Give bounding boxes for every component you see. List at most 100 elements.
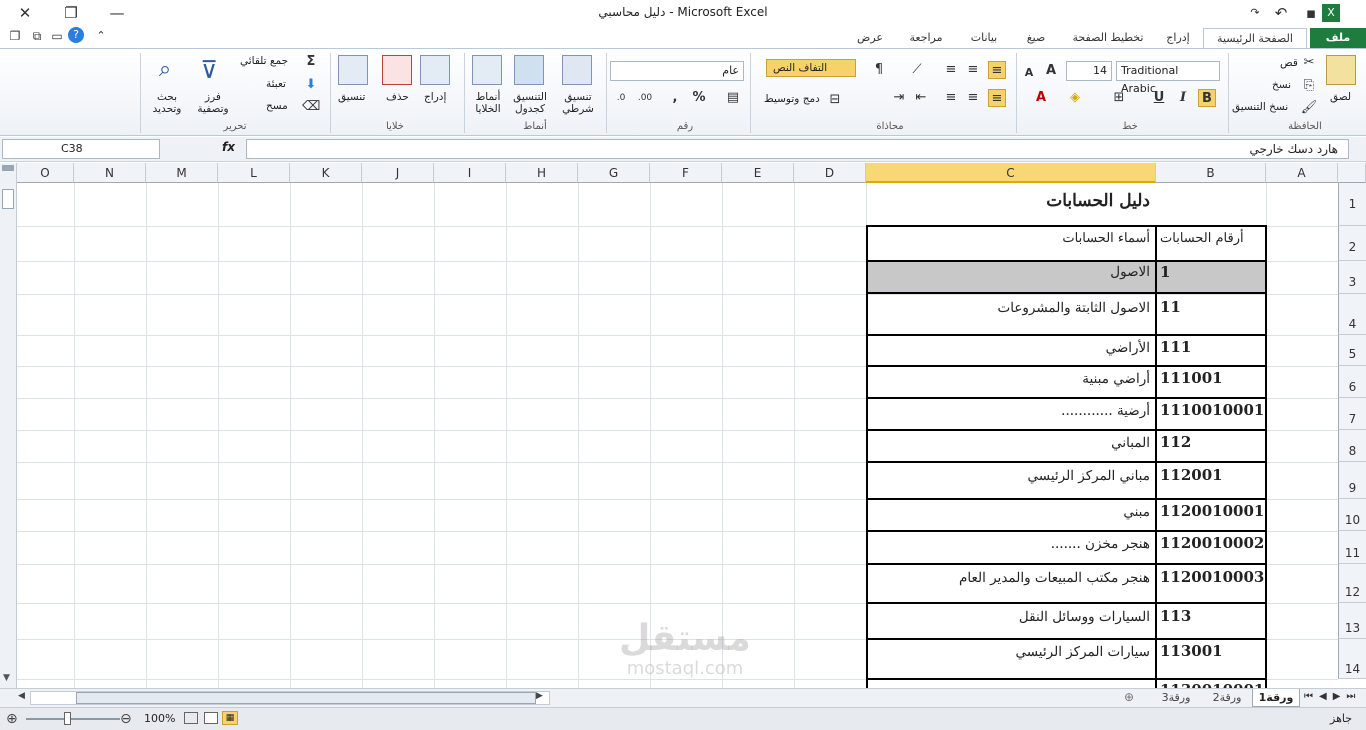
column-header-f[interactable]: F [650, 163, 722, 183]
column-header-g[interactable]: G [578, 163, 650, 183]
grow-font-icon[interactable]: A [1042, 62, 1060, 80]
row-header-2[interactable]: 2 [1338, 226, 1366, 261]
cell-styles-button[interactable]: أنماط الخلايا [468, 91, 508, 115]
column-header-o[interactable]: O [17, 163, 74, 183]
row-header-8[interactable]: 8 [1338, 430, 1366, 462]
borders-icon[interactable]: ⊞ [1110, 89, 1128, 107]
normal-view-icon[interactable]: ▦ [222, 711, 238, 725]
bold-button[interactable]: B [1198, 89, 1216, 107]
column-header-m[interactable]: M [146, 163, 218, 183]
column-header-c[interactable]: C [866, 163, 1156, 183]
minimize-icon[interactable]: — [106, 3, 128, 23]
align-bottom-icon[interactable]: ≡ [942, 61, 960, 79]
zoom-slider-thumb[interactable] [64, 712, 71, 725]
tab-page-layout[interactable]: تخطيط الصفحة [1063, 28, 1153, 49]
sheet-tab-3[interactable]: ورقة3 [1152, 689, 1200, 707]
align-center-icon[interactable]: ≡ [964, 89, 982, 107]
shrink-font-icon[interactable]: A [1020, 64, 1038, 82]
scroll-left-icon[interactable]: ◀ [18, 691, 25, 701]
insert-sheet-icon[interactable]: ⊕ [1124, 690, 1134, 704]
tab-formulas[interactable]: صيغ [1016, 28, 1056, 49]
page-layout-view-icon[interactable] [204, 712, 218, 724]
vertical-scrollbar[interactable]: ▼ [0, 163, 17, 688]
paste-button[interactable]: لصق [1330, 91, 1351, 103]
font-size-select[interactable]: 14 [1066, 61, 1112, 81]
column-header-a[interactable]: A [1266, 163, 1338, 183]
scroll-thumb[interactable] [2, 189, 14, 209]
column-header-h[interactable]: H [506, 163, 578, 183]
page-break-view-icon[interactable] [184, 712, 198, 724]
row-header-5[interactable]: 5 [1338, 335, 1366, 366]
column-header-b[interactable]: B [1156, 163, 1266, 183]
row-header-11[interactable]: 11 [1338, 531, 1366, 564]
tab-data[interactable]: بيانات [962, 28, 1006, 49]
undo-icon[interactable]: ↶ [1270, 3, 1292, 23]
italic-button[interactable]: I [1174, 89, 1192, 107]
zoom-out-icon[interactable]: ⊖ [120, 711, 132, 727]
row-header-12[interactable]: 12 [1338, 564, 1366, 603]
tab-insert[interactable]: إدراج [1158, 28, 1198, 49]
format-as-table-button[interactable]: التنسيق كجدول [508, 91, 552, 115]
column-header-j[interactable]: J [362, 163, 434, 183]
number-format-select[interactable]: عام [610, 61, 744, 81]
sheet-tab-1[interactable]: ورقة1 [1252, 689, 1300, 707]
row-header-6[interactable]: 6 [1338, 366, 1366, 398]
window-restore-icon[interactable]: ❐ [4, 26, 26, 46]
tab-view[interactable]: عرض [850, 28, 890, 49]
conditional-format-button[interactable]: تنسيق شرطي [556, 91, 600, 115]
align-right-icon[interactable]: ≡ [988, 89, 1006, 107]
fill-color-icon[interactable]: ◈ [1066, 89, 1084, 107]
paste-icon[interactable] [1326, 55, 1356, 85]
help-icon[interactable]: ? [68, 27, 84, 43]
column-header-i[interactable]: I [434, 163, 506, 183]
underline-button[interactable]: U [1150, 89, 1168, 107]
align-left-icon[interactable]: ≡ [942, 89, 960, 107]
decrease-decimal-icon[interactable]: .0 [612, 89, 630, 107]
row-header-3[interactable]: 3 [1338, 261, 1366, 294]
row-header-14[interactable]: 14 [1338, 639, 1366, 679]
text-direction-icon[interactable]: ¶ [870, 61, 888, 79]
chevron-up-icon[interactable]: ⌃ [90, 26, 112, 46]
align-top-icon[interactable]: ≡ [988, 61, 1006, 79]
format-painter-button[interactable]: نسخ التنسيق [1232, 101, 1288, 113]
autosum-button[interactable]: جمع تلقائي [240, 55, 288, 67]
wrap-text-button[interactable]: التفاف النص [766, 59, 857, 77]
column-header-n[interactable]: N [74, 163, 146, 183]
minimize-ribbon-icon[interactable]: ▭ [46, 26, 68, 46]
tab-file[interactable]: ملف [1310, 28, 1366, 49]
select-all-corner[interactable] [1338, 163, 1366, 183]
row-header-13[interactable]: 13 [1338, 603, 1366, 639]
worksheet-grid[interactable]: A B C D E F G H I J K L M N O 1 2 3 4 5 … [0, 163, 1366, 688]
font-name-select[interactable]: Traditional Arabic [1116, 61, 1220, 95]
restore-icon[interactable]: ❐ [60, 3, 82, 23]
tab-home[interactable]: الصفحة الرئيسية [1203, 28, 1307, 50]
scroll-right-icon[interactable]: ▶ [536, 691, 543, 701]
insert-function-icon[interactable]: fx [222, 140, 235, 154]
name-box[interactable]: C38 [2, 139, 160, 159]
row-header-9[interactable]: 9 [1338, 462, 1366, 499]
split-handle[interactable] [2, 165, 14, 171]
sort-filter-button[interactable]: فرز وتصفية [192, 91, 234, 115]
column-header-d[interactable]: D [794, 163, 866, 183]
orientation-icon[interactable]: ⟋ [908, 61, 926, 79]
column-header-k[interactable]: K [290, 163, 362, 183]
align-middle-icon[interactable]: ≡ [964, 61, 982, 79]
insert-cells-button[interactable]: إدراج [424, 91, 446, 103]
redo-icon[interactable]: ↷ [1244, 3, 1266, 23]
column-header-l[interactable]: L [218, 163, 290, 183]
horizontal-scroll-thumb[interactable] [76, 692, 536, 704]
copy-button[interactable]: نسخ [1272, 79, 1291, 91]
zoom-in-icon[interactable]: ⊕ [6, 711, 18, 727]
row-header-10[interactable]: 10 [1338, 499, 1366, 531]
zoom-slider[interactable] [26, 718, 120, 720]
increase-decimal-icon[interactable]: .00 [636, 89, 654, 107]
row-header-4[interactable]: 4 [1338, 294, 1366, 335]
save-icon[interactable]: ▪ [1300, 3, 1322, 23]
tab-review[interactable]: مراجعة [900, 28, 952, 49]
cut-button[interactable]: قص [1280, 57, 1298, 69]
percent-icon[interactable]: % [690, 89, 708, 107]
increase-indent-icon[interactable]: ⇥ [890, 89, 908, 107]
accounting-icon[interactable]: ▤ [724, 89, 742, 107]
fill-button[interactable]: تعبئة [266, 78, 286, 90]
find-select-button[interactable]: بحث وتحديد [146, 91, 188, 115]
